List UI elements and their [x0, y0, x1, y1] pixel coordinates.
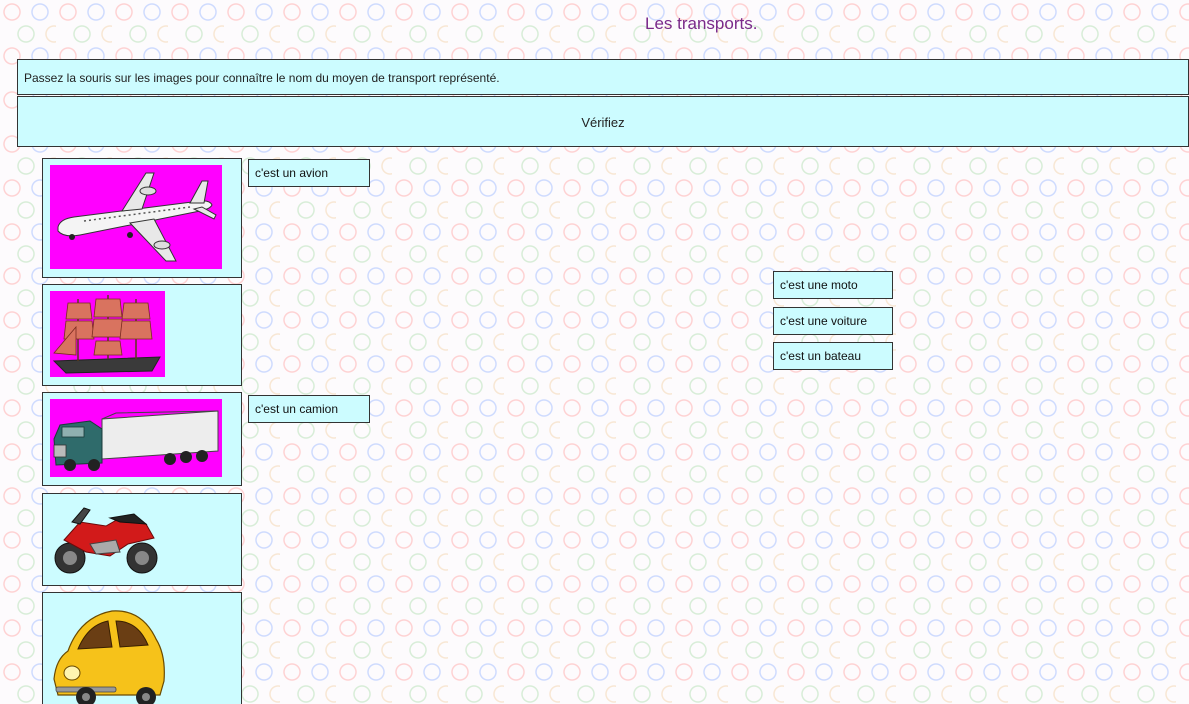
- page-header: Les transports.: [0, 0, 1189, 40]
- label-avion[interactable]: c'est un avion: [248, 159, 370, 187]
- truck-icon: [50, 399, 222, 477]
- motorcycle-icon: [54, 507, 158, 574]
- verify-button[interactable]: Vérifiez: [17, 96, 1189, 147]
- airplane-image-box[interactable]: [42, 158, 242, 278]
- motorcycle-image-box[interactable]: [42, 493, 242, 586]
- truck-image-box[interactable]: [42, 392, 242, 486]
- airplane-icon: [50, 165, 222, 269]
- instructions-text: Passez la souris sur les images pour con…: [17, 59, 1189, 95]
- label-voiture[interactable]: c'est une voiture: [773, 307, 893, 335]
- car-icon: [53, 610, 165, 704]
- car-image-box[interactable]: [42, 592, 242, 704]
- label-bateau[interactable]: c'est un bateau: [773, 342, 893, 370]
- sailing-ship-image-box[interactable]: [42, 284, 242, 386]
- page-title: Les transports.: [645, 14, 758, 33]
- label-camion[interactable]: c'est un camion: [248, 395, 370, 423]
- sailing-ship-icon: [50, 291, 165, 377]
- label-moto[interactable]: c'est une moto: [773, 271, 893, 299]
